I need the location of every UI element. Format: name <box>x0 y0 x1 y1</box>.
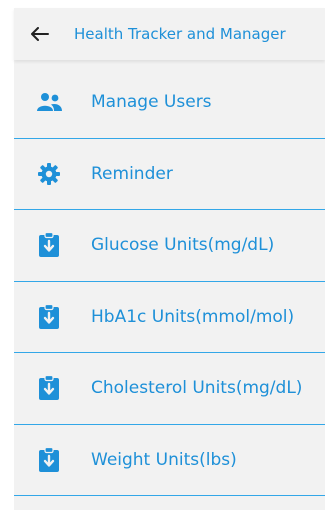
menu-item-manage-users[interactable]: Manage Users <box>14 67 325 139</box>
clipboard-download-icon <box>35 303 63 331</box>
menu-item-hba1c-units[interactable]: HbA1c Units(mmol/mol) <box>14 282 325 353</box>
app-bar: Health Tracker and Manager <box>14 8 325 60</box>
gear-icon <box>35 160 63 188</box>
arrow-left-icon[interactable] <box>28 22 52 46</box>
menu-item-reminder[interactable]: Reminder <box>14 139 325 210</box>
menu-item-glucose-units[interactable]: Glucose Units(mg/dL) <box>14 210 325 282</box>
menu-item-label: Manage Users <box>91 92 212 113</box>
menu-item-label: Glucose Units(mg/dL) <box>91 235 275 256</box>
menu-item-label: Weight Units(lbs) <box>91 449 237 470</box>
page-title: Health Tracker and Manager <box>74 25 286 43</box>
users-icon <box>35 88 63 116</box>
settings-list: Manage Users Reminder Glucose Units(mg/d… <box>14 67 325 496</box>
clipboard-download-icon <box>35 446 63 474</box>
clipboard-download-icon <box>35 231 63 259</box>
menu-item-label: Reminder <box>91 163 173 184</box>
menu-item-label: Cholesterol Units(mg/dL) <box>91 378 303 399</box>
menu-item-label: HbA1c Units(mmol/mol) <box>91 306 295 327</box>
menu-item-weight-units[interactable]: Weight Units(lbs) <box>14 425 325 496</box>
clipboard-download-icon <box>35 374 63 402</box>
menu-item-cholesterol-units[interactable]: Cholesterol Units(mg/dL) <box>14 353 325 425</box>
app-screen: Health Tracker and Manager Manage Users <box>14 8 325 510</box>
